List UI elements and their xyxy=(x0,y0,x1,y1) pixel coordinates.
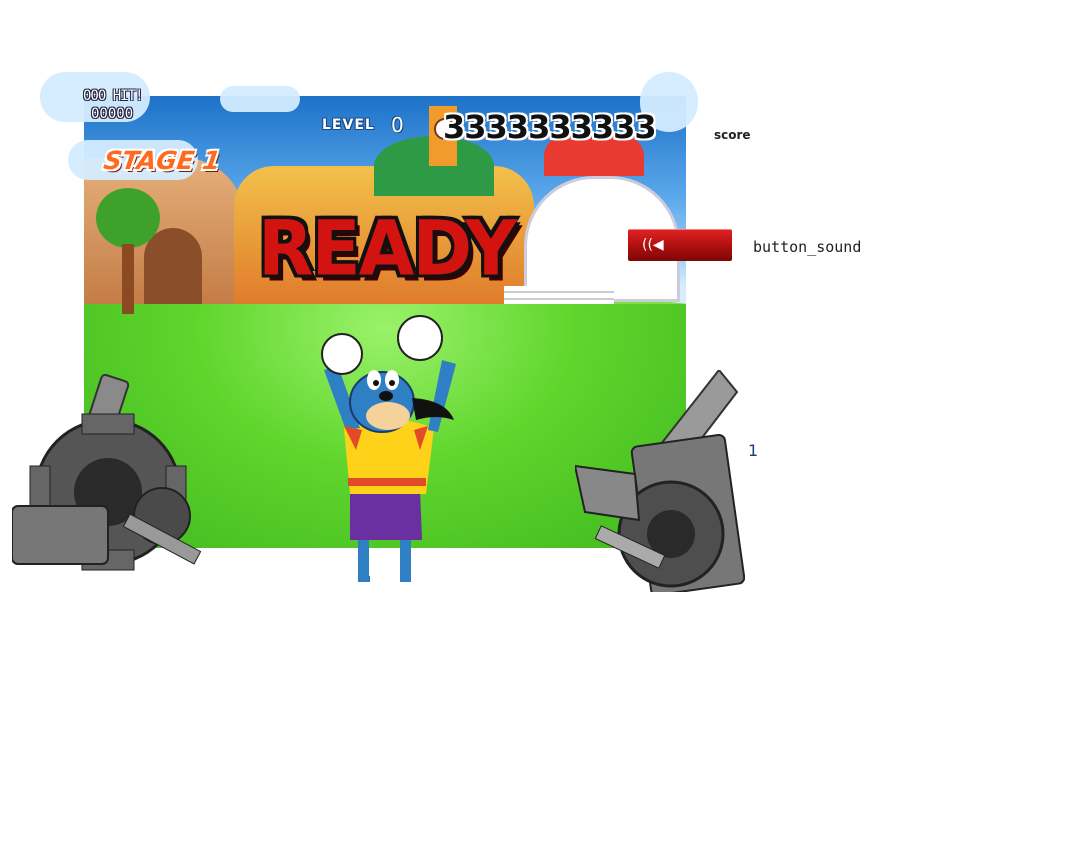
right-cannon xyxy=(575,370,745,592)
house-door xyxy=(144,228,202,308)
gazebo xyxy=(504,136,684,316)
left-cannon xyxy=(12,374,202,571)
tree-trunk xyxy=(122,244,134,314)
dog-character xyxy=(321,315,456,582)
level-value: 0 xyxy=(391,113,404,137)
counter-value: 1 xyxy=(748,441,759,460)
sound-button[interactable]: ((◀ xyxy=(628,229,732,261)
score-caption: score xyxy=(714,128,751,142)
score-value: 3333333333 xyxy=(443,108,657,146)
hiscore-value: 00000 xyxy=(91,106,134,122)
level-label: LEVEL xyxy=(322,117,375,133)
stage-label: STAGE 1 xyxy=(101,146,223,175)
sound-button-caption: button_sound xyxy=(753,238,862,256)
cloud-top xyxy=(220,86,300,112)
speaker-icon: ((◀ xyxy=(642,237,664,253)
ready-banner: READY xyxy=(258,203,517,293)
tree-icon xyxy=(96,188,160,248)
hit-counter-label: 000 HIT! xyxy=(83,88,143,104)
